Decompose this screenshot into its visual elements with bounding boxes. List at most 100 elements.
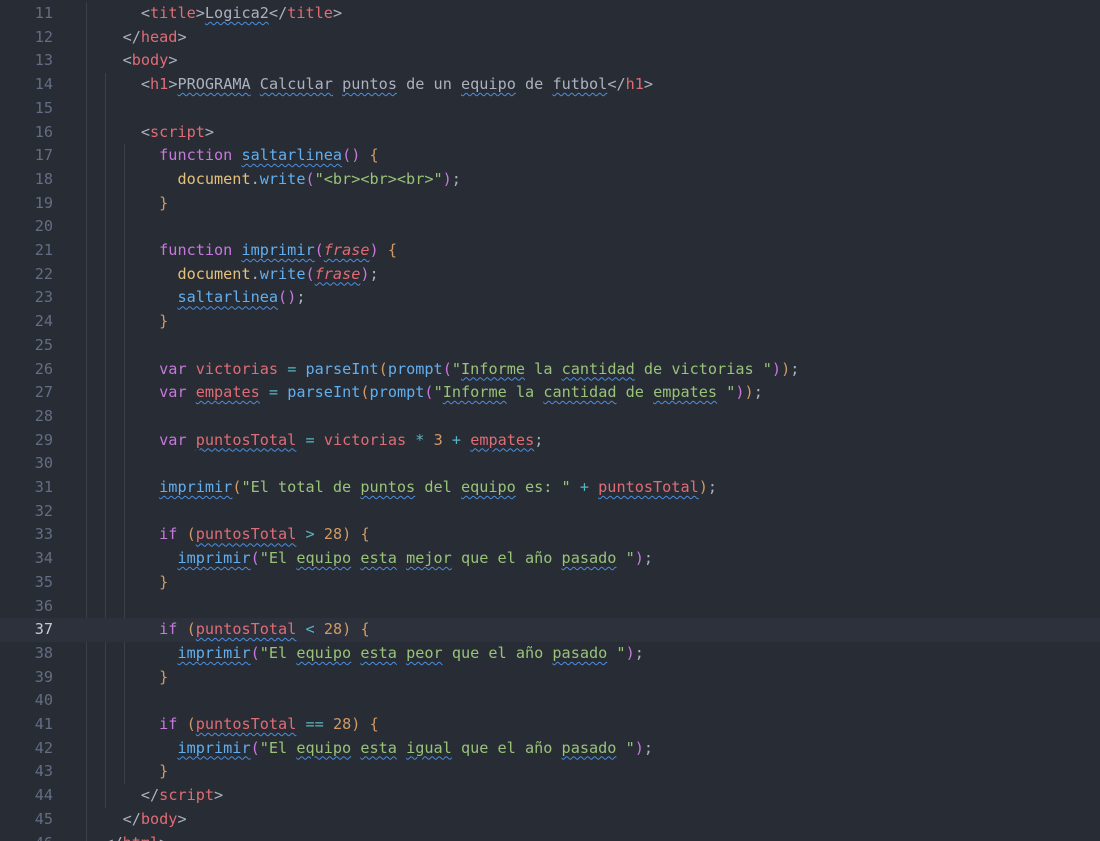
line-number: 25 (34, 335, 53, 354)
line-code[interactable]: } (86, 760, 168, 784)
line-code[interactable]: if (puntosTotal > 28) { (86, 523, 369, 547)
code-line[interactable]: 33 if (puntosTotal > 28) { (0, 523, 1100, 547)
code-token-spell-warning: esta (360, 643, 397, 662)
code-line[interactable]: 38 imprimir("El equipo esta peor que el … (0, 642, 1100, 666)
line-number: 22 (34, 264, 53, 283)
code-line[interactable]: 42 imprimir("El equipo esta igual que el… (0, 737, 1100, 761)
line-code[interactable]: <title>Logica2</title> (86, 2, 342, 26)
code-token: title (150, 4, 196, 22)
code-token: que el año (451, 549, 562, 568)
code-line[interactable]: 43 } (0, 760, 1100, 784)
code-line[interactable]: 40 (0, 689, 1100, 713)
line-code[interactable]: if (puntosTotal == 28) { (86, 713, 379, 737)
code-line[interactable]: 15 (0, 97, 1100, 121)
code-line[interactable]: 25 (0, 334, 1100, 358)
line-number: 38 (34, 643, 53, 662)
line-code[interactable]: <script> (86, 121, 214, 145)
code-line[interactable]: 36 (0, 595, 1100, 619)
line-code[interactable]: imprimir("El equipo esta peor que el año… (86, 642, 643, 666)
code-line[interactable]: 21 function imprimir(frase) { (0, 239, 1100, 263)
code-line[interactable]: 26 var victorias = parseInt(prompt("Info… (0, 358, 1100, 382)
code-line[interactable]: 37 if (puntosTotal < 28) { (0, 618, 1100, 642)
code-token: de un (396, 75, 461, 94)
code-line[interactable]: 31 imprimir("El total de puntos del equi… (0, 476, 1100, 500)
code-token: ) (634, 549, 644, 568)
line-number: 40 (34, 691, 53, 710)
code-line[interactable]: 14 <h1>PROGRAMA Calcular puntos de un eq… (0, 73, 1100, 97)
code-line[interactable]: 28 (0, 405, 1100, 429)
line-code[interactable]: </body> (86, 808, 187, 832)
code-token: </ (104, 834, 122, 841)
code-line[interactable]: 19 } (0, 192, 1100, 216)
line-code[interactable]: document.write(frase); (86, 263, 378, 287)
code-line[interactable]: 12 </head> (0, 26, 1100, 50)
code-line[interactable]: 23 saltarlinea(); (0, 286, 1100, 310)
line-code[interactable]: <h1>PROGRAMA Calcular puntos de un equip… (86, 73, 653, 97)
code-line[interactable]: 34 imprimir("El equipo esta mejor que el… (0, 547, 1100, 571)
code-token: function (159, 241, 233, 259)
code-line[interactable]: 46 </html> (0, 832, 1100, 841)
code-token: </ (140, 786, 160, 805)
line-code[interactable]: } (86, 666, 168, 690)
code-token: " (433, 383, 443, 402)
code-line[interactable]: 35 } (0, 571, 1100, 595)
line-code[interactable]: imprimir("El equipo esta igual que el añ… (86, 737, 653, 761)
code-line[interactable]: 32 (0, 500, 1100, 524)
line-number: 16 (34, 122, 53, 141)
code-token: script (150, 122, 205, 141)
line-code[interactable]: saltarlinea(); (86, 286, 305, 310)
line-code[interactable]: var victorias = parseInt(prompt("Informe… (86, 358, 799, 382)
line-code[interactable]: if (puntosTotal < 28) { (86, 618, 369, 642)
code-token-spell-warning: igual (406, 738, 452, 757)
code-line[interactable]: 45 </body> (0, 808, 1100, 832)
code-token-spell-warning: cantidad (561, 359, 635, 378)
code-line[interactable]: 17 function saltarlinea() { (0, 144, 1100, 168)
code-token-spell-warning: Informe (442, 383, 507, 402)
code-line[interactable]: 29 var puntosTotal = victorias * 3 + emp… (0, 429, 1100, 453)
line-code[interactable]: imprimir("El equipo esta mejor que el añ… (86, 547, 653, 571)
code-line[interactable]: 41 if (puntosTotal == 28) { (0, 713, 1100, 737)
code-line[interactable]: 18 document.write("<br><br><br>"); (0, 168, 1100, 192)
line-code[interactable]: </html> (86, 832, 168, 841)
code-line[interactable]: 13 <body> (0, 49, 1100, 73)
code-line[interactable]: 24 } (0, 310, 1100, 334)
code-token-spell-warning: equipo (296, 643, 352, 662)
line-code[interactable]: function saltarlinea() { (86, 144, 379, 168)
line-code[interactable]: var empates = parseInt(prompt("Informe l… (86, 381, 763, 405)
code-line[interactable]: 44 </script> (0, 784, 1100, 808)
code-line[interactable]: 39 } (0, 666, 1100, 690)
line-code[interactable]: } (86, 192, 168, 216)
line-code[interactable]: imprimir("El total de puntos del equipo … (86, 476, 717, 500)
line-code[interactable]: } (86, 571, 168, 595)
code-token: la (525, 359, 562, 378)
line-code[interactable]: function imprimir(frase) { (86, 239, 397, 263)
line-code[interactable]: </head> (86, 26, 187, 50)
line-code[interactable]: var puntosTotal = victorias * 3 + empate… (86, 429, 543, 453)
code-line[interactable]: 20 (0, 215, 1100, 239)
code-editor[interactable]: 11 <title>Logica2</title> 12 </head> 13 <b… (0, 0, 1100, 841)
code-line[interactable]: 22 document.write(frase); (0, 263, 1100, 287)
code-line[interactable]: 16 <script> (0, 121, 1100, 145)
line-number: 34 (34, 549, 53, 568)
code-line[interactable]: 27 var empates = parseInt(prompt("Inform… (0, 381, 1100, 405)
code-token: + (579, 478, 589, 496)
line-code[interactable]: </script> (86, 784, 223, 808)
line-code[interactable]: } (86, 310, 168, 334)
line-code[interactable]: <body> (86, 49, 178, 73)
code-line[interactable]: 11 <title>Logica2</title> (0, 2, 1100, 26)
line-code[interactable]: document.write("<br><br><br>"); (86, 168, 461, 192)
code-line[interactable]: 30 (0, 452, 1100, 476)
code-token: ( (186, 715, 196, 733)
